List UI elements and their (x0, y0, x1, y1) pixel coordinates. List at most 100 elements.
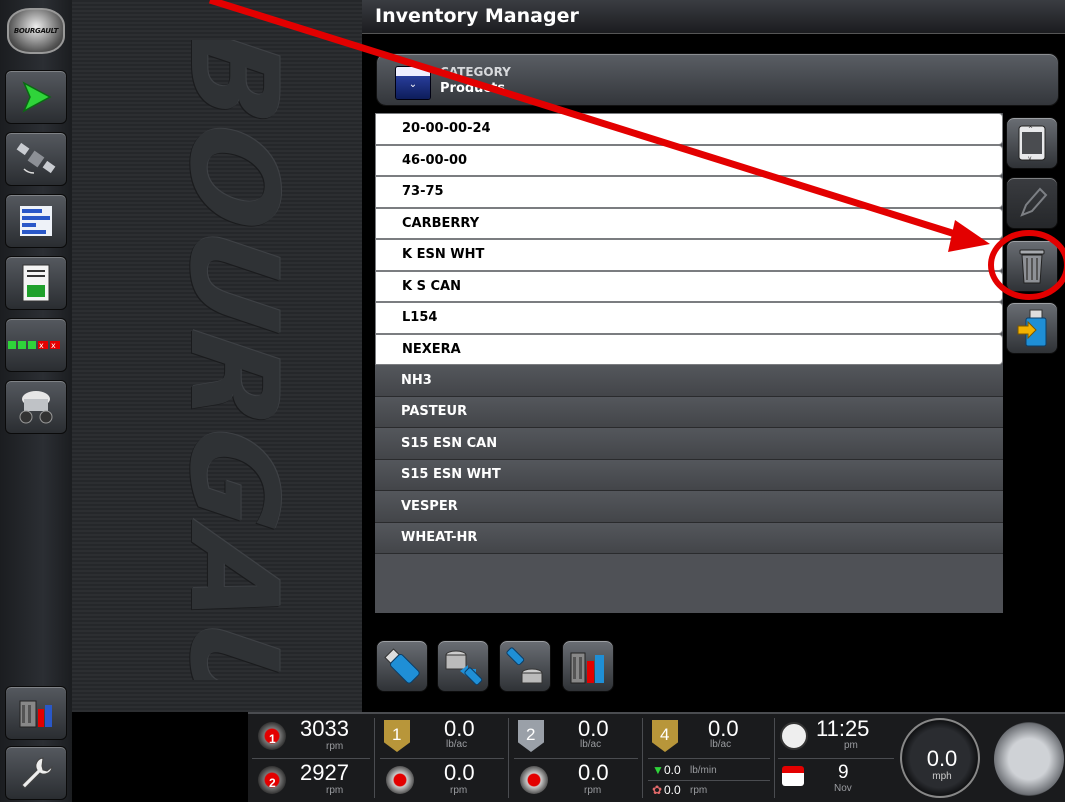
fan-2-speed: 2927 (300, 760, 349, 785)
export-to-usb-button[interactable] (437, 640, 489, 692)
tank-2-rate: 0.0 (578, 716, 609, 741)
guidance-arrow-icon (22, 81, 52, 113)
seeder-icon (19, 391, 53, 424)
gps-button[interactable] (5, 132, 67, 186)
category-list-icon: ⌄ (395, 66, 431, 100)
svg-text:x: x (51, 341, 56, 350)
page-title: Inventory Manager (375, 5, 579, 27)
tank-4-number: 4 (660, 725, 670, 744)
fan-1-unit: rpm (326, 741, 344, 752)
meter-1-icon (386, 766, 414, 794)
rate-bars-icon (20, 206, 52, 236)
list-item[interactable]: 20-00-00-24 (375, 113, 1003, 145)
fan-1-speed: 3033 (300, 716, 349, 741)
speedometer: 0.0 mph (900, 718, 980, 798)
tank-2-rate-unit: lb/ac (580, 739, 602, 750)
list-item[interactable]: VESPER (375, 491, 1003, 523)
tank-4-rate-unit: lb/ac (710, 739, 732, 750)
tank-1-meter-unit: rpm (450, 785, 468, 796)
wrench-icon (21, 757, 53, 789)
guidance-button[interactable] (5, 70, 67, 124)
tank-4-pump: 0.0 (664, 783, 681, 797)
category-value: Products (440, 81, 506, 96)
tank-4-flow-unit: lb/min (690, 765, 717, 776)
speed-unit: mph (932, 771, 952, 782)
category-label: CATEGORY (440, 65, 511, 79)
tank-4-rate: 0.0 (708, 716, 739, 741)
list-item[interactable]: L154 (375, 302, 1003, 334)
trash-icon (1019, 249, 1045, 284)
implement-button[interactable] (5, 380, 67, 434)
tank-1-rate: 0.0 (444, 716, 475, 741)
background-panel: BOURGAULT (72, 0, 362, 712)
pump-icon: ✿ (652, 783, 663, 797)
tank-1-rate-unit: lb/ac (446, 739, 468, 750)
usb-drive-icon (384, 648, 420, 684)
speed-value: 0.0 (926, 746, 958, 771)
inventory-tools-button[interactable] (562, 640, 614, 692)
delete-button[interactable] (1006, 240, 1058, 292)
tank-2-number: 2 (526, 725, 536, 744)
reports-button[interactable] (5, 256, 67, 310)
svg-text:^: ^ (1028, 126, 1033, 133)
inventory-tools-icon (570, 652, 604, 684)
list-item[interactable]: WHEAT-HR (375, 522, 1003, 554)
tank-1-number: 1 (392, 725, 402, 744)
product-list: 20-00-00-24 46-00-00 73-75 CARBERRY K ES… (375, 113, 1003, 613)
category-selector[interactable]: ⌄ CATEGORY Products (376, 53, 1059, 106)
usb-to-database-icon (506, 647, 543, 684)
database-to-usb-icon (445, 650, 483, 686)
brand-watermark: BOURGAULT (163, 40, 302, 680)
funnel-icon: ▼ (652, 763, 664, 777)
report-icon (22, 264, 50, 302)
tank-4-flow: 0.0 (664, 763, 681, 777)
title-bar: Inventory Manager (362, 0, 1065, 34)
tank-4-pump-unit: rpm (690, 785, 708, 796)
calendar-icon (782, 766, 804, 786)
date-month: Nov (834, 783, 852, 794)
date-day: 9 (838, 762, 849, 783)
list-item[interactable]: CARBERRY (375, 207, 1003, 239)
section-status-icon: x x (8, 341, 60, 350)
usb-import-icon (1017, 309, 1047, 347)
sections-button[interactable]: x x (5, 318, 67, 372)
settings-button[interactable] (5, 746, 67, 800)
list-item[interactable]: PASTEUR (375, 396, 1003, 428)
import-from-usb-button[interactable] (499, 640, 551, 692)
rate-control-button[interactable] (5, 194, 67, 248)
scroll-list-button[interactable]: ^ v (1006, 117, 1058, 169)
inventory-manager-screen: Inventory Manager ⌄ CATEGORY Products 20… (362, 0, 1065, 712)
edit-button[interactable] (1006, 177, 1058, 229)
implement-status-icon (994, 722, 1064, 796)
fan-2-number: 2 (269, 776, 276, 790)
pencil-icon (1020, 187, 1048, 217)
status-bar: 1 3033 rpm 2 2927 rpm 1 0.0 lb/ac 0.0 rp… (248, 712, 1065, 802)
fan-1-number: 1 (269, 732, 276, 746)
inventory-manager-button[interactable] (5, 686, 67, 740)
list-item[interactable]: 46-00-00 (375, 144, 1003, 176)
satellite-icon (16, 142, 56, 174)
import-button[interactable] (1006, 302, 1058, 354)
list-item[interactable]: NH3 (375, 365, 1003, 397)
tank-2-meter-unit: rpm (584, 785, 602, 796)
svg-text:x: x (39, 341, 44, 350)
list-item[interactable]: S15 ESN CAN (375, 428, 1003, 460)
tank-1-meter: 0.0 (444, 760, 475, 785)
scroll-list-icon: ^ v (1018, 125, 1046, 162)
clock-ampm: pm (844, 740, 858, 751)
svg-text:v: v (1028, 155, 1032, 162)
brand-logo: BOURGAULT (7, 8, 65, 54)
meter-2-icon (520, 766, 548, 794)
list-item[interactable]: K ESN WHT (375, 239, 1003, 271)
inventory-manager-icon (19, 700, 52, 728)
left-nav-rail: BOURGAULT x x (0, 0, 72, 802)
usb-button[interactable] (376, 640, 428, 692)
list-item[interactable]: S15 ESN WHT (375, 459, 1003, 491)
clock-icon (780, 722, 808, 750)
list-item[interactable]: NEXERA (375, 333, 1003, 365)
list-item[interactable]: K S CAN (375, 270, 1003, 302)
tank-2-meter: 0.0 (578, 760, 609, 785)
list-item[interactable]: 73-75 (375, 176, 1003, 208)
clock-time: 11:25 (816, 716, 870, 741)
fan-2-unit: rpm (326, 785, 344, 796)
